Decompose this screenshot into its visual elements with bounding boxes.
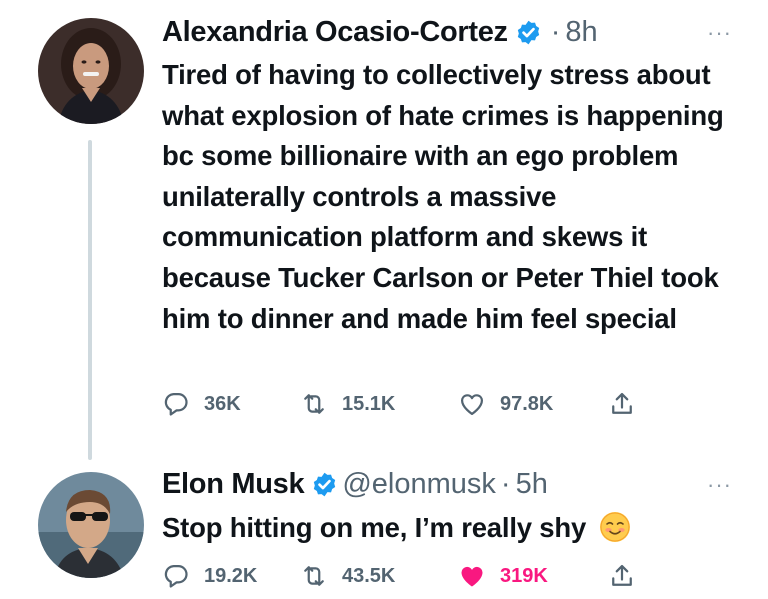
tweet-header: Elon Musk @elonmusk · 5h [162, 464, 548, 504]
reply-icon [164, 392, 188, 416]
reply-button[interactable]: 36K [162, 390, 300, 418]
share-button[interactable] [608, 562, 650, 590]
retweet-count: 15.1K [342, 392, 396, 415]
author-handle[interactable]: @elonmusk [342, 468, 496, 501]
more-options-icon[interactable]: ··· [707, 20, 732, 46]
tweet-text: Tired of having to collectively stress a… [162, 59, 724, 334]
reply-button[interactable]: 19.2K [162, 562, 300, 590]
separator-dot: · [500, 467, 511, 500]
retweet-icon [304, 566, 324, 586]
retweet-button[interactable]: 43.5K [300, 562, 458, 590]
author-name[interactable]: Elon Musk [162, 468, 305, 501]
like-button[interactable]: 97.8K [458, 390, 608, 418]
retweet-count: 43.5K [342, 564, 396, 587]
tweet-actions: 36K 15.1K 97.8K [162, 390, 650, 418]
heart-icon [460, 394, 484, 416]
tweet-aoc: Alexandria Ocasio-Cortez · 8h ··· Tired … [0, 0, 768, 460]
like-count: 97.8K [500, 392, 554, 415]
retweet-icon [304, 394, 324, 414]
reply-count: 36K [204, 392, 241, 415]
more-options-icon[interactable]: ··· [707, 472, 732, 498]
share-icon [612, 392, 632, 414]
share-icon [612, 564, 632, 586]
thread-line [88, 140, 92, 460]
heart-filled-icon [461, 566, 483, 587]
reply-icon [164, 564, 188, 588]
smiling-face-with-blush-emoji [599, 511, 630, 542]
share-button[interactable] [608, 390, 650, 418]
tweet-text: Stop hitting on me, I’m really shy [162, 512, 587, 543]
aoc-avatar-image [38, 18, 144, 124]
author-name[interactable]: Alexandria Ocasio-Cortez [162, 16, 508, 49]
avatar[interactable] [38, 472, 144, 578]
like-button[interactable]: 319K [458, 562, 608, 590]
tweet-elon: Elon Musk @elonmusk · 5h ··· Stop hittin… [0, 460, 768, 599]
tweet-actions: 19.2K 43.5K 319K [162, 562, 650, 590]
separator-dot: · [550, 15, 561, 48]
timestamp[interactable]: 8h [565, 16, 597, 49]
tweet-text-container: Stop hitting on me, I’m really shy [162, 508, 742, 549]
avatar[interactable] [38, 18, 144, 124]
like-count: 319K [500, 564, 548, 587]
verified-badge-icon [517, 20, 539, 44]
reply-count: 19.2K [204, 564, 258, 587]
retweet-button[interactable]: 15.1K [300, 390, 458, 418]
elon-avatar-image [38, 472, 144, 578]
tweet-header: Alexandria Ocasio-Cortez · 8h [162, 12, 598, 52]
timestamp[interactable]: 5h [516, 468, 548, 501]
verified-badge-icon [314, 472, 336, 496]
